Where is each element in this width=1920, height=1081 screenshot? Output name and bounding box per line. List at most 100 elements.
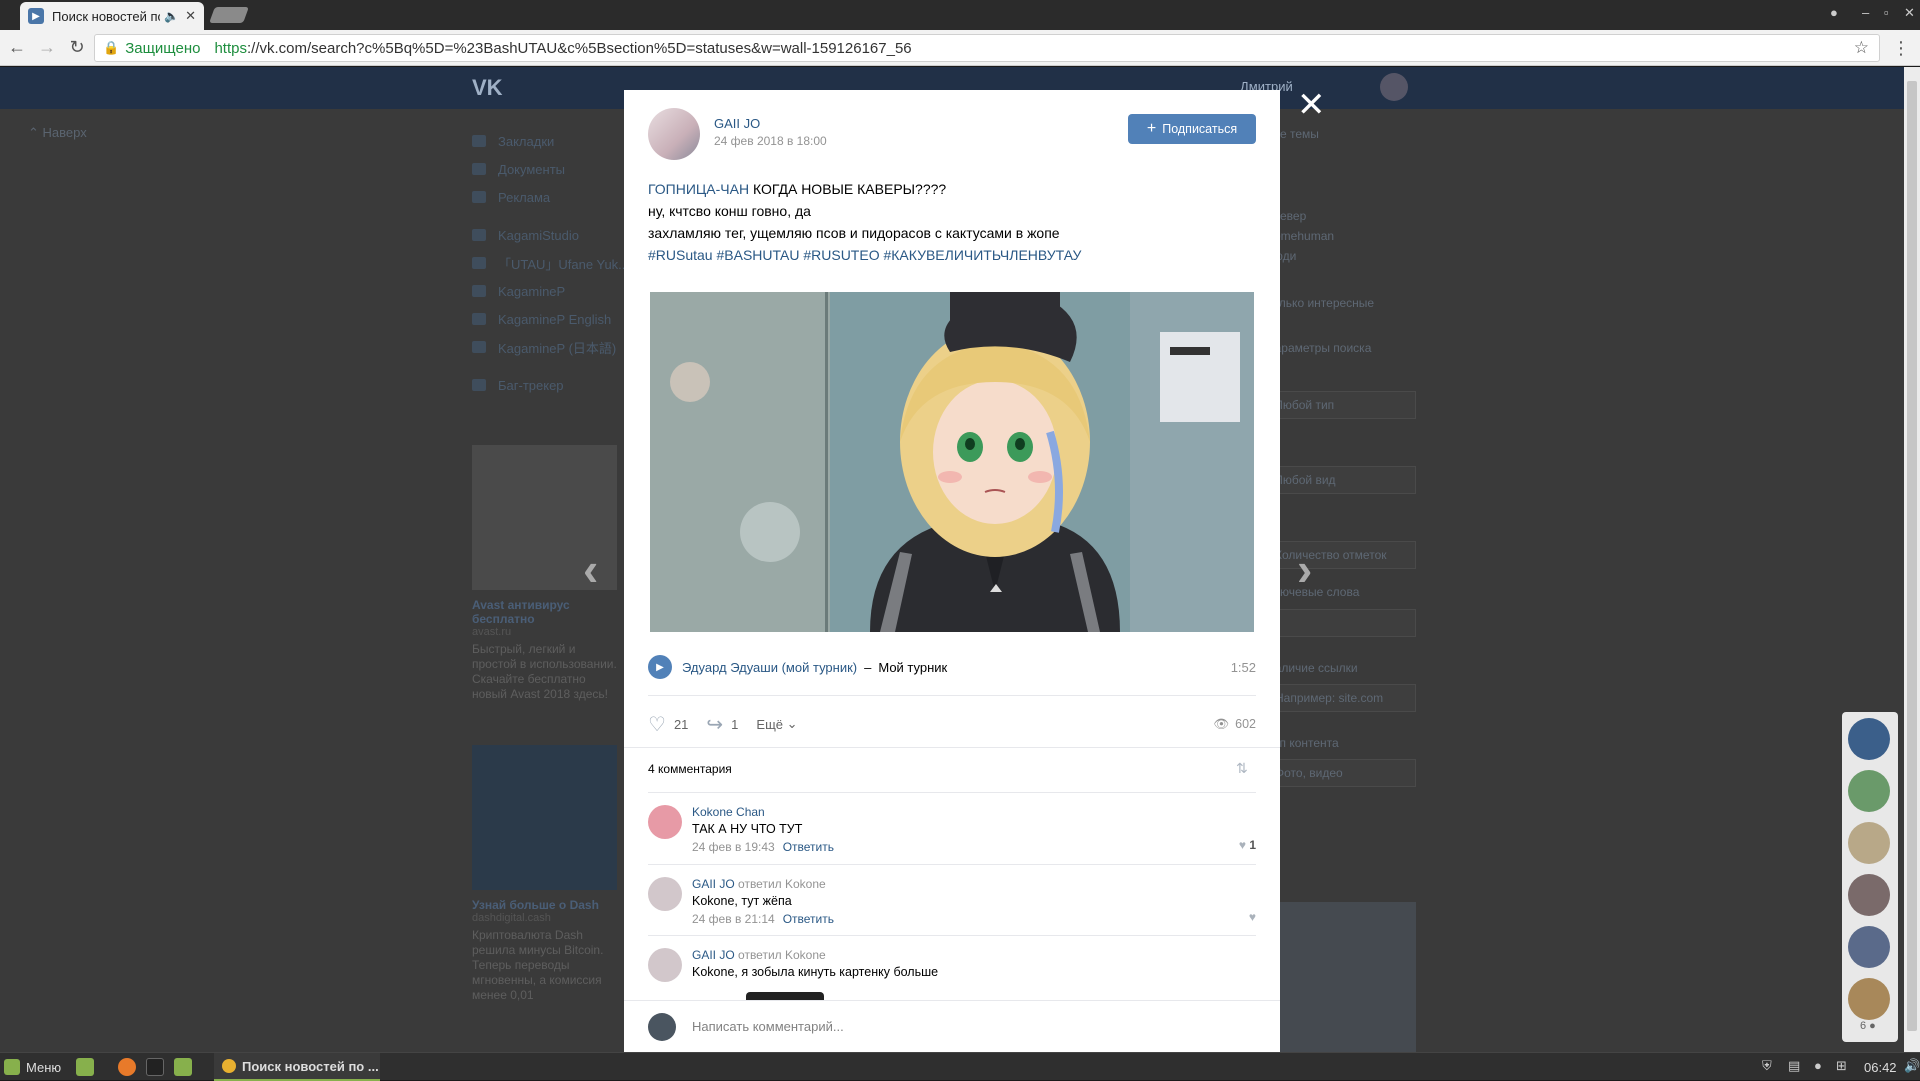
chat-avatar[interactable] bbox=[1848, 770, 1890, 812]
link-input[interactable]: Например: site.com bbox=[1266, 684, 1416, 712]
reply-link[interactable]: Ответить bbox=[783, 912, 834, 926]
files-icon[interactable] bbox=[174, 1058, 192, 1076]
left-menu-item[interactable]: KagamineP English bbox=[472, 305, 632, 333]
shield-icon[interactable]: ⛨ bbox=[1762, 1058, 1772, 1074]
comment-avatar[interactable] bbox=[648, 948, 682, 982]
us-flag-icon[interactable]: ▤ bbox=[1788, 1058, 1800, 1074]
ad-block[interactable]: Узнай больше о Dash dashdigital.cash Кри… bbox=[472, 745, 617, 1003]
content-type-input[interactable]: Фото, видео bbox=[1266, 759, 1416, 787]
comment-author[interactable]: Kokone Chan bbox=[692, 805, 765, 819]
minimize-button[interactable]: – bbox=[1862, 5, 1869, 20]
more-button[interactable]: Ещё ⌄ bbox=[756, 716, 797, 732]
forward-arrow-icon[interactable]: → bbox=[34, 35, 60, 61]
left-menu-item[interactable]: KagamineP bbox=[472, 277, 632, 305]
ad-title[interactable]: Avast антивирус бесплатно bbox=[472, 598, 617, 626]
keywords-input[interactable] bbox=[1266, 609, 1416, 637]
share-button[interactable]: ↪ 1 bbox=[706, 712, 738, 737]
next-post-arrow-icon[interactable]: › bbox=[1297, 542, 1312, 596]
play-icon[interactable]: ▶ bbox=[648, 655, 672, 679]
clock[interactable]: 06:42 bbox=[1864, 1060, 1897, 1075]
scroll-thumb[interactable] bbox=[1907, 81, 1917, 1031]
likes-select[interactable]: Количество отметок bbox=[1266, 541, 1416, 569]
left-menu-item[interactable]: Реклама bbox=[472, 183, 632, 211]
divider bbox=[648, 935, 1256, 936]
post-image[interactable] bbox=[650, 292, 1254, 632]
prev-post-arrow-icon[interactable]: ‹ bbox=[583, 542, 598, 596]
left-menu-item[interactable]: Документы bbox=[472, 155, 632, 183]
chrome-icon bbox=[222, 1059, 236, 1073]
comment-author[interactable]: GAII JO ответил Kokone bbox=[692, 948, 826, 962]
tab-close-icon[interactable]: ✕ bbox=[185, 8, 196, 24]
chat-avatar[interactable] bbox=[1848, 874, 1890, 916]
post-hashtags[interactable]: #RUSutau #BASHUTAU #RUSUTEO #КАКУВЕЛИЧИТ… bbox=[648, 244, 1256, 266]
comments-count: 4 комментария bbox=[648, 762, 732, 776]
mention-link[interactable]: ГОПНИЦА-ЧАН bbox=[648, 181, 749, 197]
post-author[interactable]: GAII JO bbox=[714, 116, 760, 131]
type-select[interactable]: Любой тип bbox=[1266, 391, 1416, 419]
view-select[interactable]: Любой вид bbox=[1266, 466, 1416, 494]
left-menu-item[interactable]: KagamineP (日本語) bbox=[472, 333, 632, 361]
browser-menu-icon[interactable]: ⋮ bbox=[1892, 38, 1910, 59]
window-close-button[interactable]: ✕ bbox=[1904, 5, 1915, 21]
bookmark-star-icon[interactable]: ☆ bbox=[1854, 38, 1869, 58]
comment-like[interactable]: ♥ bbox=[1249, 910, 1256, 924]
new-tab-button[interactable] bbox=[209, 7, 249, 23]
start-menu-button[interactable]: Меню bbox=[4, 1059, 61, 1075]
left-menu-item[interactable]: KagamiStudio bbox=[472, 221, 632, 249]
chat-avatar[interactable] bbox=[1848, 926, 1890, 968]
user-avatar[interactable] bbox=[1380, 73, 1408, 101]
left-menu-item[interactable]: Баг-трекер bbox=[472, 371, 632, 399]
address-bar[interactable]: 🔒 Защищено https://vk.com/search?c%5Bq%5… bbox=[94, 34, 1880, 62]
subscribe-button[interactable]: + Подписаться bbox=[1128, 114, 1256, 144]
comment-author[interactable]: GAII JO ответил Kokone bbox=[692, 877, 826, 891]
show-desktop-icon[interactable] bbox=[76, 1058, 94, 1076]
firefox-icon[interactable] bbox=[118, 1058, 136, 1076]
heart-icon: ♥ bbox=[1248, 910, 1256, 924]
audio-title[interactable]: Мой турник bbox=[878, 660, 947, 675]
chat-sidebar: 6 ● bbox=[1842, 712, 1898, 1042]
modal-close-icon[interactable]: ✕ bbox=[1297, 88, 1326, 122]
maximize-button[interactable]: ▫ bbox=[1884, 5, 1889, 20]
speaker-icon[interactable]: 🔈 bbox=[164, 9, 179, 23]
map-pin-icon[interactable] bbox=[1266, 902, 1416, 1052]
filter-header[interactable]: Параметры поиска bbox=[1266, 341, 1371, 355]
tab-title: Поиск новостей по bbox=[52, 8, 161, 24]
ad-image[interactable] bbox=[472, 745, 617, 890]
post-date[interactable]: 24 фев 2018 в 18:00 bbox=[714, 134, 827, 148]
sort-icon[interactable]: ⇅ bbox=[1236, 760, 1248, 777]
comment-avatar[interactable] bbox=[648, 805, 682, 839]
user-icon[interactable]: ● bbox=[1814, 1058, 1822, 1073]
divider bbox=[624, 747, 1280, 748]
ad-title[interactable]: Узнай больше о Dash bbox=[472, 898, 617, 912]
page-scrollbar[interactable] bbox=[1904, 67, 1920, 1052]
chat-avatar[interactable] bbox=[1848, 718, 1890, 760]
audio-artist[interactable]: Эдуард Эдуаши (мой турник) bbox=[682, 660, 857, 675]
taskbar-window-chrome[interactable]: Поиск новостей по ... bbox=[214, 1053, 380, 1081]
comment-input[interactable]: Написать комментарий... bbox=[692, 1019, 844, 1034]
comment-text: Kokone, тут жёпа bbox=[692, 894, 792, 908]
reload-icon[interactable]: ↻ bbox=[64, 35, 90, 61]
chat-avatar[interactable] bbox=[1848, 978, 1890, 1020]
divider bbox=[648, 864, 1256, 865]
scroll-top-link[interactable]: ⌃ Наверх bbox=[28, 125, 87, 141]
profile-icon[interactable]: ● bbox=[1830, 5, 1838, 20]
comment-text: Kokone, я зобыла кинуть картенку больше bbox=[692, 965, 939, 979]
like-button[interactable]: ♡ 21 bbox=[648, 712, 688, 737]
comment-avatar[interactable] bbox=[648, 877, 682, 911]
filter-toggle-label[interactable]: Только интересные bbox=[1266, 296, 1374, 310]
comment-like[interactable]: ♥ 1 bbox=[1239, 838, 1256, 852]
back-arrow-icon[interactable]: ← bbox=[4, 35, 30, 61]
terminal-icon[interactable] bbox=[146, 1058, 164, 1076]
left-menu-item[interactable]: Закладки bbox=[472, 127, 632, 155]
vk-logo-icon[interactable]: VK bbox=[472, 75, 503, 101]
reply-link[interactable]: Ответить bbox=[783, 840, 834, 854]
browser-tab[interactable]: ▶ Поиск новостей по 🔈 ✕ bbox=[20, 2, 204, 30]
network-icon[interactable]: ⊞ bbox=[1836, 1058, 1847, 1074]
share-arrow-icon: ↪ bbox=[706, 713, 724, 736]
chat-online-count[interactable]: 6 ● bbox=[1860, 1020, 1876, 1032]
chat-avatar[interactable] bbox=[1848, 822, 1890, 864]
left-menu-item[interactable]: 「UTAU」Ufane Yuk... bbox=[472, 249, 632, 277]
volume-icon[interactable]: 🔊 bbox=[1904, 1058, 1920, 1074]
post-header: GAII JO 24 фев 2018 в 18:00 + Подписаться bbox=[648, 108, 1256, 160]
author-avatar[interactable] bbox=[648, 108, 700, 160]
